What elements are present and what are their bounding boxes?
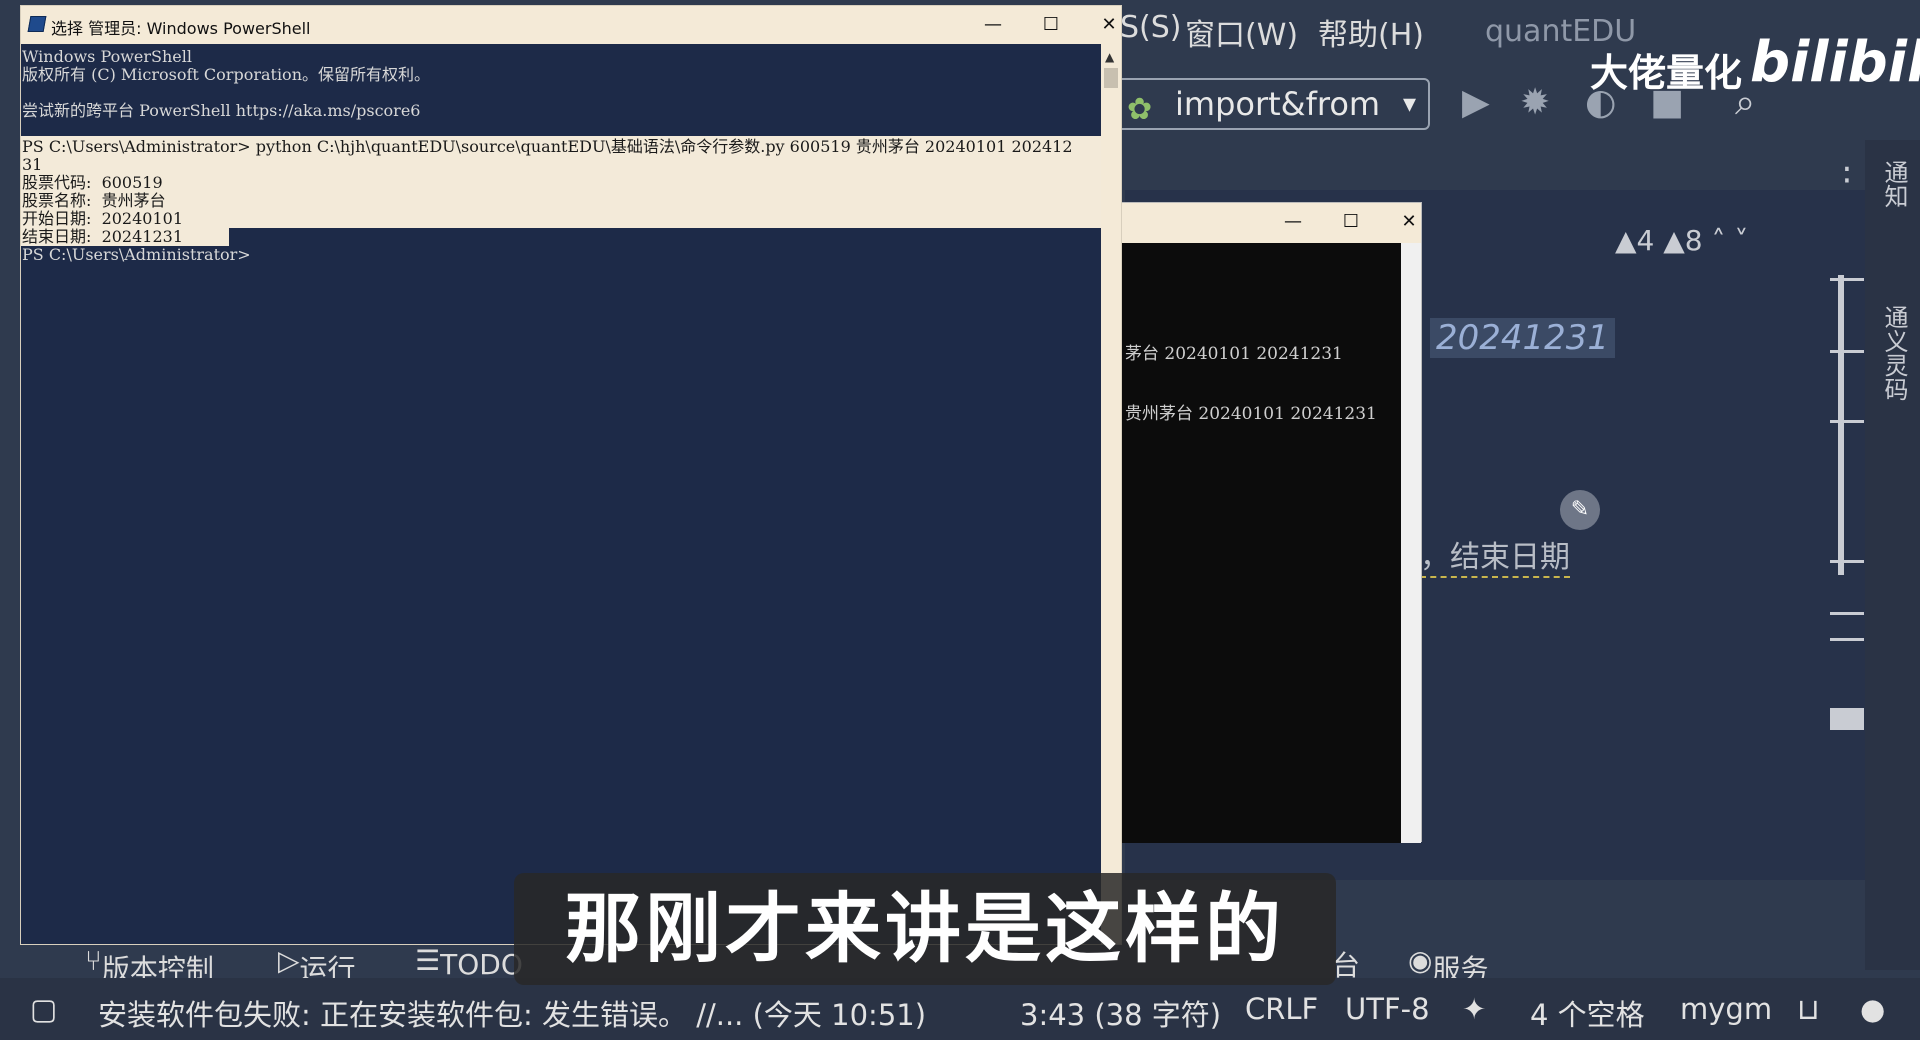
window-title: 选择 管理员: Windows PowerShell: [51, 19, 311, 38]
run-config-dropdown[interactable]: ✿ import&from ▾: [1115, 78, 1430, 130]
status-message[interactable]: 安装软件包失败: 正在安装软件包: 发生错误。 //... (今天 10:51): [98, 992, 926, 1034]
maximize-icon[interactable]: ☐: [1331, 209, 1371, 235]
status-window-icon[interactable]: ▢: [30, 992, 57, 1026]
scroll-marker: [1830, 420, 1864, 423]
status-bar: ▢ 安装软件包失败: 正在安装软件包: 发生错误。 //... (今天 10:5…: [0, 978, 1920, 1040]
output-line: 31: [22, 155, 43, 174]
tool-services[interactable]: ◉ 服务: [1408, 944, 1488, 986]
menu-item-s[interactable]: S(S): [1120, 10, 1182, 45]
video-subtitle: 那刚才来讲是这样的: [514, 873, 1336, 985]
bilibili-logo: bilibili: [1750, 30, 1920, 95]
close-icon[interactable]: ✕: [1389, 209, 1429, 235]
ai-assistant-icon[interactable]: ✎: [1560, 490, 1600, 530]
editor-comment-fragment: ，结束日期: [1420, 532, 1570, 578]
scroll-marker: [1830, 612, 1864, 615]
scroll-up-icon[interactable]: ▲: [1105, 50, 1114, 64]
output-line: 版权所有 (C) Microsoft Corporation。保留所有权利。: [22, 65, 430, 84]
tool-run[interactable]: ▷ 运行: [278, 944, 356, 986]
chevron-down-icon: ▾: [1402, 89, 1416, 119]
output-line: 股票代码: 600519: [22, 173, 163, 192]
editor-code-fragment: 20241231: [1430, 318, 1616, 358]
tool-vcs[interactable]: ⑂ 版本控制: [85, 944, 214, 986]
scroll-thumb[interactable]: [1830, 708, 1864, 730]
scroll-marker: [1830, 278, 1864, 281]
console-line: 贵州茅台 20240101 20241231: [1125, 404, 1377, 424]
minimize-icon[interactable]: —: [1273, 209, 1313, 235]
maximize-icon[interactable]: ☐: [1031, 12, 1071, 38]
output-line: Windows PowerShell: [22, 47, 192, 66]
status-indent[interactable]: 4 个空格: [1530, 992, 1645, 1034]
output-line: 股票名称: 贵州茅台: [22, 191, 166, 210]
scroll-marker: [1830, 638, 1864, 641]
output-line: 结束日期: 20241231: [22, 227, 184, 246]
powershell-window[interactable]: 选择 管理员: Windows PowerShell — ☐ ✕ Windows…: [20, 5, 1122, 945]
run-config-label: import&from: [1175, 85, 1381, 123]
console-window[interactable]: — ☐ ✕ 茅台 20240101 20241231 贵州茅台 20240101…: [1120, 202, 1422, 843]
status-encoding[interactable]: UTF-8: [1345, 992, 1430, 1026]
output-line: 尝试新的跨平台 PowerShell https://aka.ms/pscore…: [22, 101, 421, 120]
menu-item-help[interactable]: 帮助(H): [1318, 10, 1424, 54]
console-line: 茅台 20240101 20241231: [1125, 344, 1343, 364]
powershell-scrollbar[interactable]: ▲: [1101, 44, 1121, 944]
notifications-tab[interactable]: 通知: [1877, 160, 1912, 208]
status-caret-position[interactable]: 3:43 (38 字符): [1020, 992, 1221, 1034]
lock-icon[interactable]: ⊔: [1797, 992, 1820, 1026]
error-icon[interactable]: ●: [1860, 992, 1885, 1026]
status-line-separator[interactable]: CRLF: [1245, 992, 1318, 1026]
powershell-icon: [27, 16, 47, 32]
right-tool-strip: [1865, 140, 1920, 970]
scroll-marker-bar: [1838, 275, 1844, 575]
powershell-output[interactable]: Windows PowerShell 版权所有 (C) Microsoft Co…: [21, 44, 1101, 944]
close-icon[interactable]: ✕: [1089, 12, 1129, 38]
console-scrollbar[interactable]: [1401, 243, 1421, 843]
status-interpreter[interactable]: mygm: [1680, 992, 1772, 1026]
powershell-titlebar[interactable]: 选择 管理员: Windows PowerShell — ☐ ✕: [21, 6, 1121, 44]
console-output[interactable]: 茅台 20240101 20241231 贵州茅台 20240101 20241…: [1121, 243, 1401, 843]
scroll-marker: [1830, 560, 1864, 563]
tool-todo[interactable]: ☰ TODO: [415, 944, 523, 981]
ai-status-icon[interactable]: ✦: [1462, 992, 1486, 1026]
output-line: PS C:\Users\Administrator> python C:\hjh…: [22, 137, 1073, 156]
prompt-line: PS C:\Users\Administrator>: [22, 245, 251, 264]
debug-icon[interactable]: ✹: [1520, 82, 1550, 123]
python-icon: ✿: [1127, 92, 1153, 127]
tongyi-lingma-tab[interactable]: 通义灵码: [1877, 305, 1912, 401]
minimize-icon[interactable]: —: [973, 12, 1013, 38]
inspection-warnings[interactable]: ▲4 ▲8 ˄ ˅: [1615, 224, 1748, 257]
output-line: 开始日期: 20240101: [22, 209, 184, 228]
watermark-text: 大佬量化: [1590, 51, 1743, 95]
scroll-thumb[interactable]: [1104, 68, 1118, 88]
run-icon[interactable]: ▶: [1462, 82, 1490, 123]
scroll-marker: [1830, 350, 1864, 353]
menu-item-window[interactable]: 窗口(W): [1185, 10, 1298, 54]
